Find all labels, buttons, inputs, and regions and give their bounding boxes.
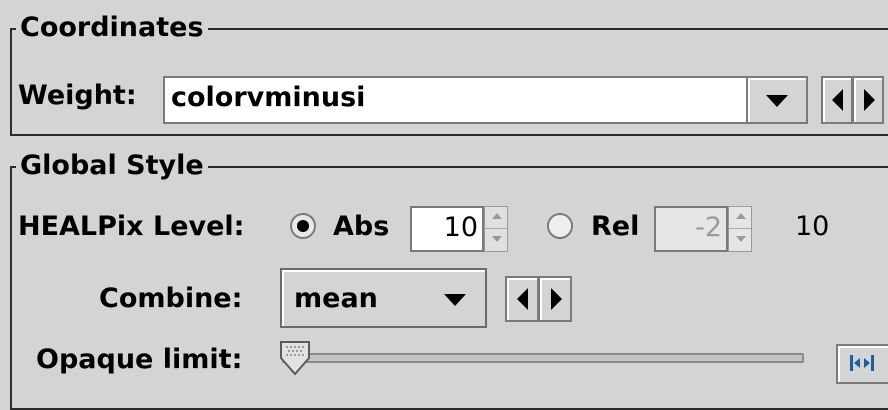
weight-field[interactable]: colorvminusi [163,76,753,124]
coordinates-legend: Coordinates [16,10,208,46]
healpix-level-label: HEALPix Level: [18,211,245,242]
weight-dropdown-button[interactable] [746,76,808,124]
radio-selected-dot [297,220,309,232]
combine-label: Combine: [99,283,243,314]
caret-up-icon [492,213,502,219]
rel-radio[interactable] [547,213,573,239]
arrow-left-icon [517,288,528,310]
abs-label[interactable]: Abs [333,211,389,243]
combine-next-button[interactable] [538,276,572,322]
combine-prev-button[interactable] [505,276,539,322]
caret-down-icon [736,236,746,242]
arrow-left-icon [832,89,843,111]
chevron-down-icon [766,95,788,107]
reset-range-icon [850,355,874,371]
opaque-limit-slider[interactable] [279,340,804,380]
rel-label[interactable]: Rel [591,211,639,243]
weight-next-button[interactable] [852,76,884,124]
opaque-limit-reset-button[interactable] [836,344,888,384]
weight-prev-button[interactable] [821,76,853,124]
caret-down-icon [492,236,502,242]
weight-label: Weight: [18,80,137,111]
abs-level-spinner[interactable]: 10 [410,206,484,252]
chevron-down-icon [444,294,466,306]
arrow-right-icon [864,89,875,111]
opaque-limit-label: Opaque limit: [36,344,243,375]
caret-up-icon [736,213,746,219]
slider-track [282,353,804,363]
combine-value: mean [294,283,378,314]
rel-level-stepper[interactable] [728,206,752,252]
abs-radio[interactable] [290,213,316,239]
combine-select[interactable]: mean [280,268,487,328]
abs-level-stepper[interactable] [484,206,508,252]
rel-level-spinner[interactable]: -2 [654,206,728,252]
level-readout: 10 [795,211,830,242]
global-style-legend: Global Style [16,148,208,184]
arrow-right-icon [551,288,562,310]
slider-thumb[interactable] [279,340,311,378]
